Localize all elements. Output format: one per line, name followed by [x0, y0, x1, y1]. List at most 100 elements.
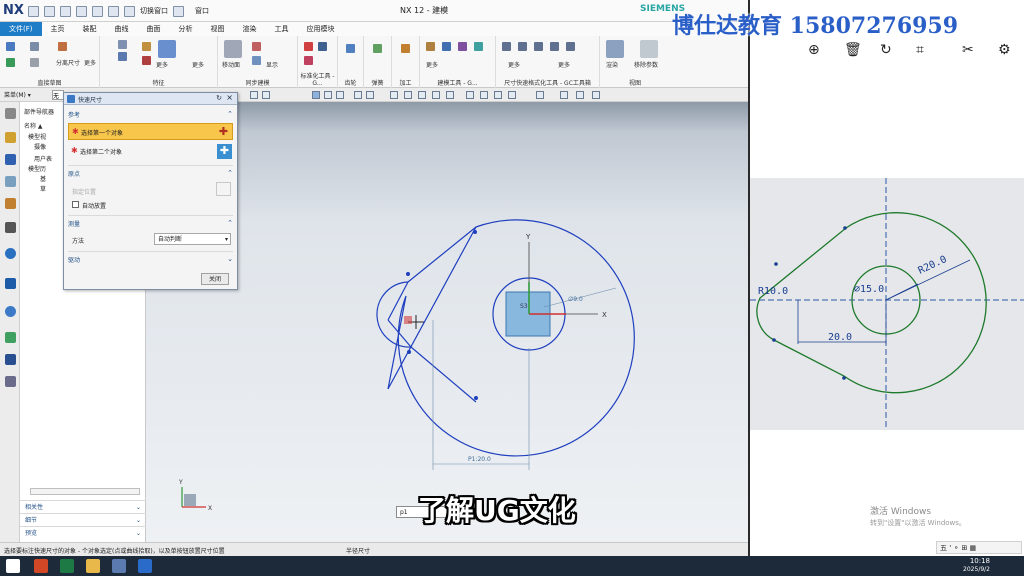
section-driving-header[interactable]: 驱动 ⌄ [68, 255, 233, 264]
extend-icon[interactable] [446, 91, 454, 99]
photos-icon[interactable] [112, 559, 126, 573]
excel-icon[interactable] [60, 559, 74, 573]
reset-icon[interactable]: ↻ [216, 94, 222, 102]
repeat-command-icon[interactable] [124, 5, 135, 17]
close-button[interactable]: 关闭 [201, 273, 229, 285]
nav-section-details[interactable]: 细节 ⌄ [20, 513, 146, 526]
history-icon[interactable] [5, 278, 16, 289]
bolt-icon[interactable] [304, 42, 313, 51]
display-label[interactable]: 显示 [266, 60, 278, 69]
column-header-name[interactable]: 名称 ▲ [24, 121, 43, 130]
reuse-library-icon[interactable] [5, 198, 16, 209]
dim-reset-icon[interactable] [534, 42, 543, 51]
tree-item-sketch[interactable]: 草 [40, 184, 46, 193]
dim-format-icon[interactable] [502, 42, 511, 51]
menu-curve[interactable]: 曲线 [106, 22, 138, 36]
process-studio-icon[interactable] [5, 376, 16, 387]
method-select[interactable]: 自动判断 ▾ [154, 233, 231, 245]
more-label[interactable]: 更多 [426, 60, 438, 69]
nut-icon[interactable] [318, 42, 327, 51]
extrude-icon[interactable] [118, 40, 127, 49]
unite-icon[interactable] [142, 56, 151, 65]
curve-icon[interactable] [366, 91, 374, 99]
crop-icon[interactable]: ⌗ [916, 42, 924, 58]
left-arc[interactable] [376, 281, 412, 348]
tree-item-model-views[interactable]: 模型视 [28, 132, 46, 141]
more-label[interactable]: 更多 [156, 60, 168, 69]
ime-toolbar[interactable]: 五 ' ⚬ ⊞ ▦ [936, 541, 1022, 554]
render-label[interactable]: 渲染 [606, 60, 618, 69]
revolve-icon[interactable] [118, 52, 127, 61]
view-section-icon[interactable] [576, 91, 584, 99]
nx-taskbar-icon[interactable] [138, 559, 152, 573]
dialog-title-bar[interactable]: 快速尺寸 ↻ × [64, 93, 237, 105]
menu-analysis[interactable]: 分析 [170, 22, 202, 36]
horizontal-dimension[interactable]: P1:20.0 [468, 456, 491, 463]
spring-icon[interactable] [373, 44, 382, 53]
trim-icon[interactable] [58, 42, 67, 51]
trim-body-icon[interactable] [458, 42, 467, 51]
delete-face-icon[interactable] [252, 42, 261, 51]
web-browser-icon[interactable] [5, 248, 16, 259]
crosshair-select-icon[interactable]: ✚ [217, 144, 232, 159]
select-edge-icon[interactable] [324, 91, 332, 99]
more-label[interactable]: 更多 [84, 58, 96, 67]
left-arc-edge[interactable] [387, 281, 412, 348]
specify-location-button[interactable] [216, 182, 231, 196]
role-icon[interactable] [5, 332, 16, 343]
mirror-icon[interactable] [442, 42, 451, 51]
part-navigator-icon[interactable] [5, 176, 16, 187]
nav-section-preview[interactable]: 预览 ⌄ [20, 526, 146, 539]
sketch-icon[interactable] [6, 42, 15, 51]
wave-icon[interactable] [404, 91, 412, 99]
circle-icon[interactable] [418, 91, 426, 99]
settings-gear-icon[interactable]: ⚙ [998, 42, 1011, 58]
snap-endpoint-icon[interactable] [250, 91, 258, 99]
redo-icon[interactable] [60, 5, 71, 17]
more-label[interactable]: 更多 [508, 60, 520, 69]
hd3d-icon[interactable] [5, 222, 16, 233]
offset-face-icon[interactable] [252, 56, 261, 65]
crosshair-select-icon[interactable]: ✚ [216, 125, 231, 140]
tree-item-user-expressions[interactable]: 用户表 [34, 154, 52, 163]
move-face-label[interactable]: 移动面 [222, 60, 240, 69]
system-material-icon[interactable] [5, 354, 16, 365]
switch-window-button[interactable]: 切换窗口 [140, 6, 168, 16]
section-measure-header[interactable]: 测量 ⌃ [68, 219, 233, 228]
block-icon[interactable] [158, 40, 176, 58]
menu-render[interactable]: 渲染 [234, 22, 266, 36]
menu-button[interactable]: 菜单(M) ▾ [4, 90, 31, 99]
auto-place-checkbox[interactable] [72, 201, 79, 208]
menu-home[interactable]: 主页 [42, 22, 74, 36]
more-label[interactable]: 更多 [558, 60, 570, 69]
view-style-icon[interactable] [536, 91, 544, 99]
washer-icon[interactable] [304, 56, 313, 65]
plus-icon[interactable] [432, 91, 440, 99]
constraint-navigator-icon[interactable] [5, 154, 16, 165]
hole-icon[interactable] [142, 42, 151, 51]
select-body-icon[interactable] [336, 91, 344, 99]
view-pan-icon[interactable] [508, 91, 516, 99]
undo-icon[interactable] [44, 5, 55, 17]
snap-midpoint-icon[interactable] [262, 91, 270, 99]
save-icon[interactable] [28, 5, 39, 17]
select-face-icon[interactable] [312, 91, 320, 99]
tangent-lines[interactable] [407, 226, 477, 403]
menu-assembly[interactable]: 装配 [74, 22, 106, 36]
menu-file[interactable]: 文件(F) [0, 22, 42, 36]
remove-params-label[interactable]: 移除参数 [634, 60, 658, 69]
cut-icon[interactable] [76, 5, 87, 17]
tree-item-datum[interactable]: 基 [40, 174, 46, 183]
nav-section-dependencies[interactable]: 相关性 ⌄ [20, 500, 146, 513]
close-icon[interactable]: × [226, 93, 233, 102]
menu-surface[interactable]: 曲面 [138, 22, 170, 36]
render-icon[interactable] [606, 40, 624, 58]
machining-icon[interactable] [401, 44, 410, 53]
select-second-object-row[interactable]: ✱ 选择第二个对象 ✚ [68, 143, 233, 160]
tools-icon[interactable]: ✂ [962, 42, 974, 58]
arc-icon[interactable] [30, 42, 39, 51]
section-origin-header[interactable]: 原点 ⌃ [68, 169, 233, 178]
remove-params-icon[interactable] [640, 40, 658, 58]
measure-icon[interactable] [474, 42, 483, 51]
pattern-icon[interactable] [426, 42, 435, 51]
